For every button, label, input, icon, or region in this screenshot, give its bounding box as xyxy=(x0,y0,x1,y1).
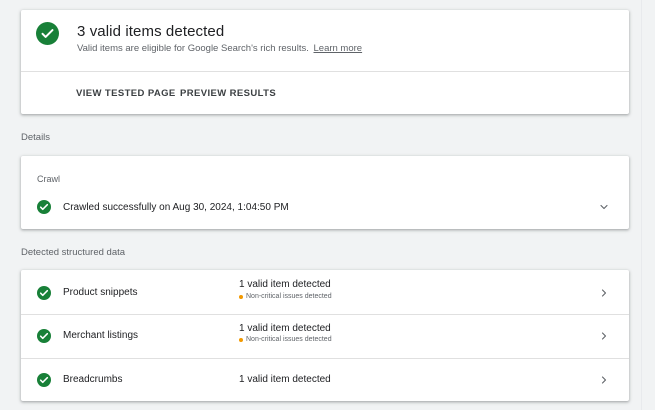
learn-more-link[interactable]: Learn more xyxy=(314,43,363,54)
chevron-right-icon[interactable] xyxy=(598,330,610,342)
chevron-right-icon[interactable] xyxy=(598,287,610,299)
summary-subtitle: Valid items are eligible for Google Sear… xyxy=(77,43,362,54)
page-scrollbar[interactable] xyxy=(641,0,655,410)
warning-dot-icon xyxy=(239,337,243,342)
structured-data-card: Product snippets 1 valid item detected N… xyxy=(21,270,629,401)
view-tested-page-button[interactable]: VIEW TESTED PAGE xyxy=(76,88,176,99)
check-circle-icon xyxy=(37,373,51,387)
row-name: Merchant listings xyxy=(63,330,139,341)
crawl-status: Crawled successfully on Aug 30, 2024, 1:… xyxy=(63,202,289,213)
check-circle-icon xyxy=(37,200,51,214)
row-status: 1 valid item detected xyxy=(239,323,331,334)
divider xyxy=(21,71,629,72)
crawl-heading: Crawl xyxy=(37,174,61,184)
check-circle-icon xyxy=(36,22,59,45)
check-circle-icon xyxy=(37,286,51,300)
structured-data-section-label: Detected structured data xyxy=(21,247,126,258)
row-name: Product snippets xyxy=(63,287,138,298)
summary-card: 3 valid items detected Valid items are e… xyxy=(21,10,629,114)
summary-subtitle-text: Valid items are eligible for Google Sear… xyxy=(77,43,309,54)
chevron-down-icon[interactable] xyxy=(598,201,610,213)
row-warning-text: Non-critical issues detected xyxy=(246,336,332,343)
row-warning: Non-critical issues detected xyxy=(239,336,332,343)
row-warning: Non-critical issues detected xyxy=(239,293,332,300)
details-section-label: Details xyxy=(21,132,51,143)
row-status: 1 valid item detected xyxy=(239,279,331,290)
check-circle-icon xyxy=(37,329,51,343)
row-status: 1 valid item detected xyxy=(239,374,331,385)
row-name: Breadcrumbs xyxy=(63,374,123,385)
summary-title: 3 valid items detected xyxy=(77,23,225,40)
structured-data-row-product-snippets[interactable]: Product snippets 1 valid item detected N… xyxy=(21,270,629,314)
crawl-card[interactable]: Crawl Crawled successfully on Aug 30, 20… xyxy=(21,156,629,229)
structured-data-row-breadcrumbs[interactable]: Breadcrumbs 1 valid item detected xyxy=(21,358,629,402)
warning-dot-icon xyxy=(239,294,243,299)
chevron-right-icon[interactable] xyxy=(598,374,610,386)
preview-results-button[interactable]: PREVIEW RESULTS xyxy=(180,88,276,99)
row-warning-text: Non-critical issues detected xyxy=(246,293,332,300)
structured-data-row-merchant-listings[interactable]: Merchant listings 1 valid item detected … xyxy=(21,314,629,358)
